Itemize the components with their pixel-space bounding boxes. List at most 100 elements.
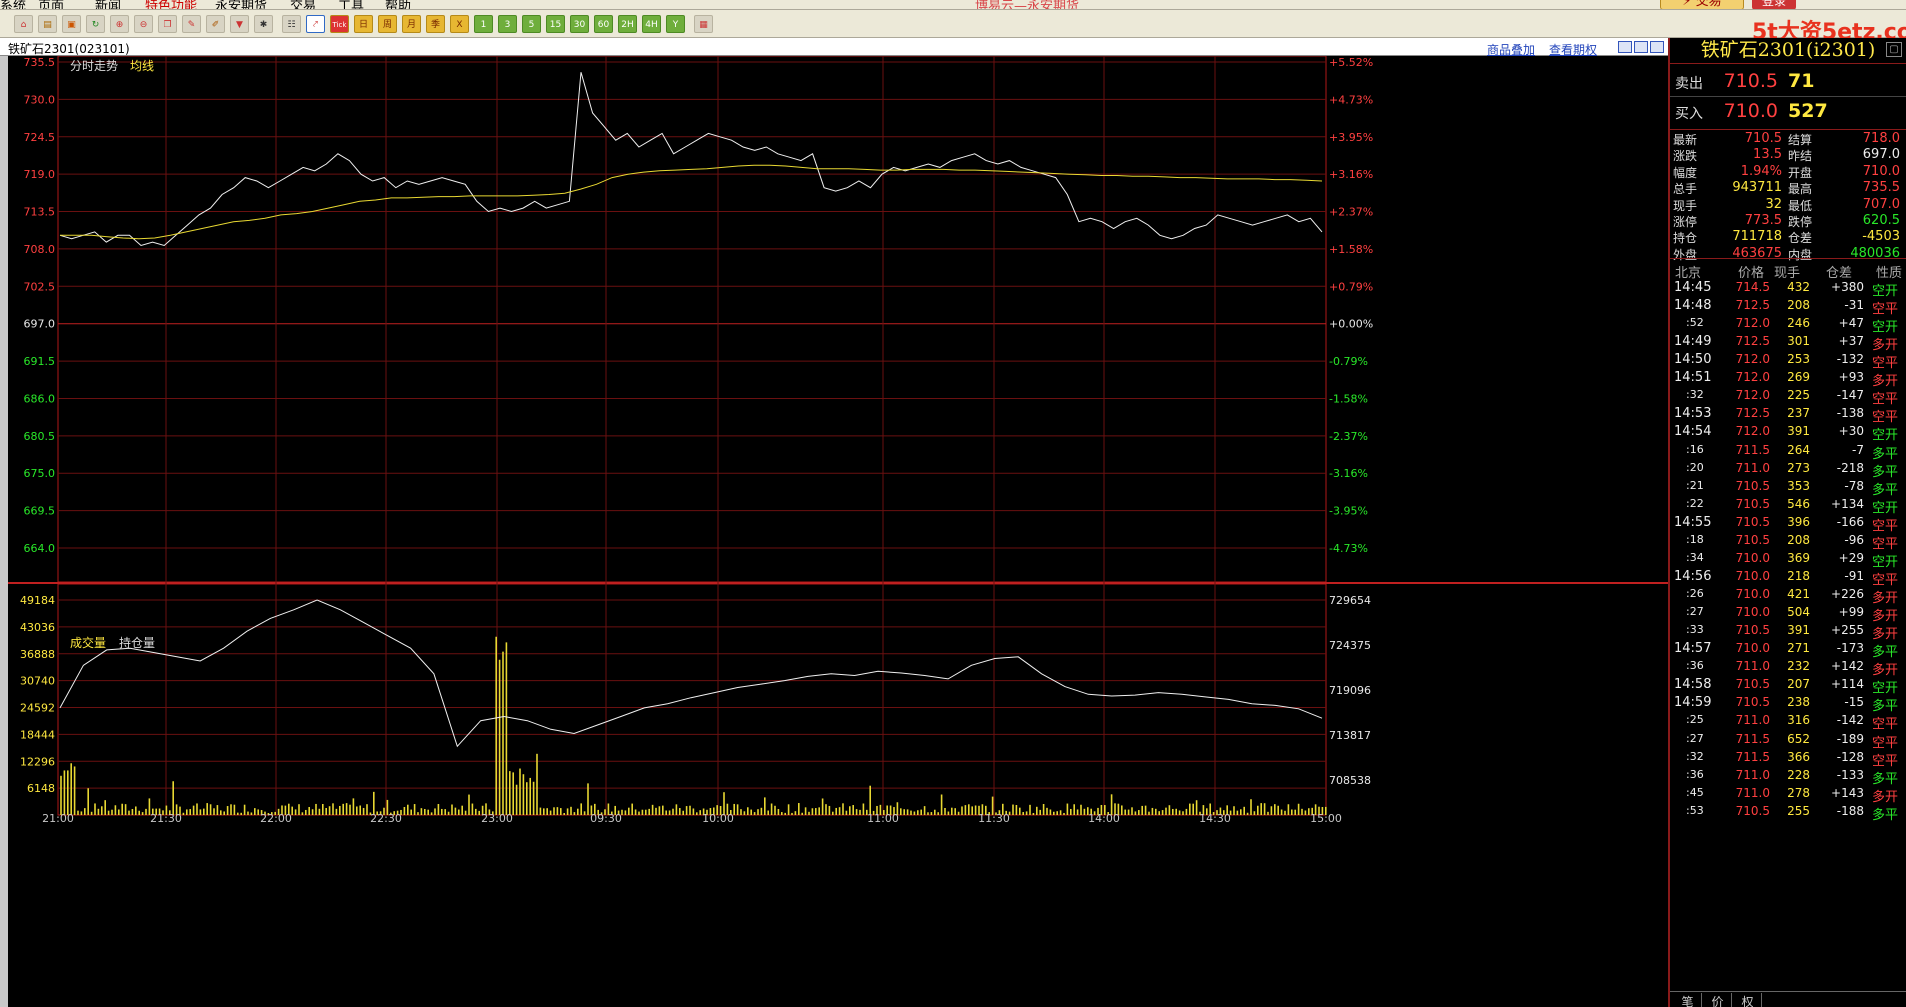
pct-tick-label: -3.16% [1329, 467, 1368, 480]
book-icon[interactable]: ▤ [38, 15, 57, 33]
menu-system[interactable]: 系统 [0, 0, 26, 9]
tick-price: 710.0 [1735, 641, 1770, 656]
tick-qty: 421 [1787, 587, 1810, 602]
refresh-icon[interactable]: ↻ [86, 15, 105, 33]
buy-price: 710.0 [1723, 100, 1778, 122]
stat-label: 仓差 [1788, 231, 1813, 246]
login-button[interactable]: 登录 [1752, 0, 1796, 9]
volume-tick-label: 49184 [20, 594, 55, 607]
calendar-icon[interactable]: ▦ [694, 15, 713, 33]
tick-price: 711.0 [1735, 659, 1770, 674]
period-quarter-button[interactable]: 季 [426, 15, 445, 33]
tick-oi-change: +226 [1831, 587, 1864, 602]
tick-oi-change: -132 [1836, 352, 1864, 367]
trade-button[interactable]: ⚡ 交易 [1660, 0, 1744, 9]
period-week-button[interactable]: 周 [378, 15, 397, 33]
video-icon[interactable]: ▣ [62, 15, 81, 33]
menu-news[interactable]: 新闻 [95, 0, 121, 9]
tick-time: :36 [1686, 767, 1704, 781]
new-icon[interactable]: ✱ [254, 15, 273, 33]
pct-tick-label: +0.79% [1329, 280, 1373, 293]
tab-price[interactable]: 价 [1704, 993, 1732, 1007]
pct-tick-label: -3.95% [1329, 505, 1368, 518]
stat-value: 13.5 [1753, 147, 1782, 163]
menu-page[interactable]: 页面 [38, 0, 64, 9]
drawing-icon[interactable]: ✐ [206, 15, 225, 33]
table-icon[interactable]: ☷ [282, 15, 301, 33]
tick-oi-change: -96 [1844, 532, 1864, 547]
menu-features[interactable]: 特色功能 [145, 0, 197, 9]
price-tick-label: 675.0 [24, 467, 56, 480]
zoom-out-icon[interactable]: ⊖ [134, 15, 153, 33]
tick-qty: 278 [1787, 785, 1810, 800]
window-icon[interactable]: ❐ [158, 15, 177, 33]
period-month-button[interactable]: 月 [402, 15, 421, 33]
tick-price: 712.0 [1735, 424, 1770, 439]
tick-price: 711.0 [1735, 785, 1770, 800]
tick-oi-change: +143 [1831, 785, 1864, 800]
tick-chart-icon[interactable]: Tick [330, 15, 349, 33]
trend-label: 分时走势 [70, 59, 118, 73]
time-tick-label: 10:00 [702, 812, 734, 825]
pct-tick-label: -2.37% [1329, 430, 1368, 443]
period-15-button[interactable]: 15 [546, 15, 565, 33]
tick-qty: 273 [1787, 460, 1810, 475]
period-x-button[interactable]: X [450, 15, 469, 33]
maximize-icon[interactable] [1650, 41, 1664, 53]
stat-value: 697.0 [1862, 147, 1900, 163]
price-tick-label: 713.5 [24, 206, 56, 219]
time-tick-label: 22:30 [370, 812, 402, 825]
time-tick-label: 14:00 [1088, 812, 1120, 825]
period-2h-button[interactable]: 2H [618, 15, 637, 33]
oi-label: 持仓量 [119, 635, 155, 650]
tick-qty: 218 [1787, 568, 1810, 583]
tab-rights[interactable]: 权 [1734, 993, 1762, 1007]
quote-stat-row: 总手 943711 最高 735.5 [1670, 180, 1906, 196]
stat-value: 711718 [1732, 229, 1782, 245]
tick-time: 14:49 [1674, 334, 1712, 350]
chart-header: 铁矿石2301(023101) 商品叠加 查看期权 [0, 38, 1668, 57]
tab-trades[interactable]: 笔 [1674, 993, 1702, 1007]
tick-time: :32 [1686, 749, 1704, 763]
period-y-button[interactable]: Y [666, 15, 685, 33]
filter-icon[interactable]: ▼ [230, 15, 249, 33]
menu-trade[interactable]: 交易 [290, 0, 316, 9]
restore-icon[interactable] [1634, 41, 1648, 53]
tick-oi-change: -78 [1844, 478, 1864, 493]
timeshare-chart-icon[interactable]: ⤤ [306, 15, 325, 33]
period-5-button[interactable]: 5 [522, 15, 541, 33]
app-title: 博易云—永安期货 [975, 0, 1080, 10]
tick-price: 711.5 [1735, 442, 1770, 457]
bottom-tabs: 笔 价 权 [1670, 991, 1906, 1007]
pen-icon[interactable]: ✎ [182, 15, 201, 33]
tick-oi-change: +114 [1831, 677, 1864, 692]
period-60-button[interactable]: 60 [594, 15, 613, 33]
tick-time: :52 [1686, 316, 1704, 330]
panel-toggle-icon[interactable]: ▢ [1886, 42, 1902, 57]
period-4h-button[interactable]: 4H [642, 15, 661, 33]
menu-tools[interactable]: 工具 [338, 0, 364, 9]
tick-oi-change: -91 [1844, 568, 1864, 583]
period-1-button[interactable]: 1 [474, 15, 493, 33]
tick-time: 14:45 [1674, 280, 1712, 295]
tick-qty: 253 [1787, 352, 1810, 367]
menu-yongan[interactable]: 永安期货 [215, 0, 267, 9]
zoom-in-icon[interactable]: ⊕ [110, 15, 129, 33]
tick-time: :33 [1686, 623, 1704, 637]
layout-toggle-icon[interactable] [1618, 41, 1632, 53]
time-tick-label: 11:30 [978, 812, 1010, 825]
volume-tick-label: 18444 [20, 728, 55, 741]
stat-label: 总手 [1673, 182, 1698, 197]
tick-qty: 652 [1787, 731, 1810, 746]
oi-tick-label: 713817 [1329, 729, 1371, 742]
home-icon[interactable]: ⌂ [14, 15, 33, 33]
tick-oi-change: -133 [1836, 767, 1864, 782]
period-day-button[interactable]: 日 [354, 15, 373, 33]
tick-time: 14:59 [1674, 695, 1712, 711]
period-3-button[interactable]: 3 [498, 15, 517, 33]
tick-time: :22 [1686, 496, 1704, 510]
tick-price: 710.5 [1735, 677, 1770, 692]
period-30-button[interactable]: 30 [570, 15, 589, 33]
symbol-label: 铁矿石2301(023101) [8, 42, 130, 56]
menu-help[interactable]: 帮助 [385, 0, 411, 9]
